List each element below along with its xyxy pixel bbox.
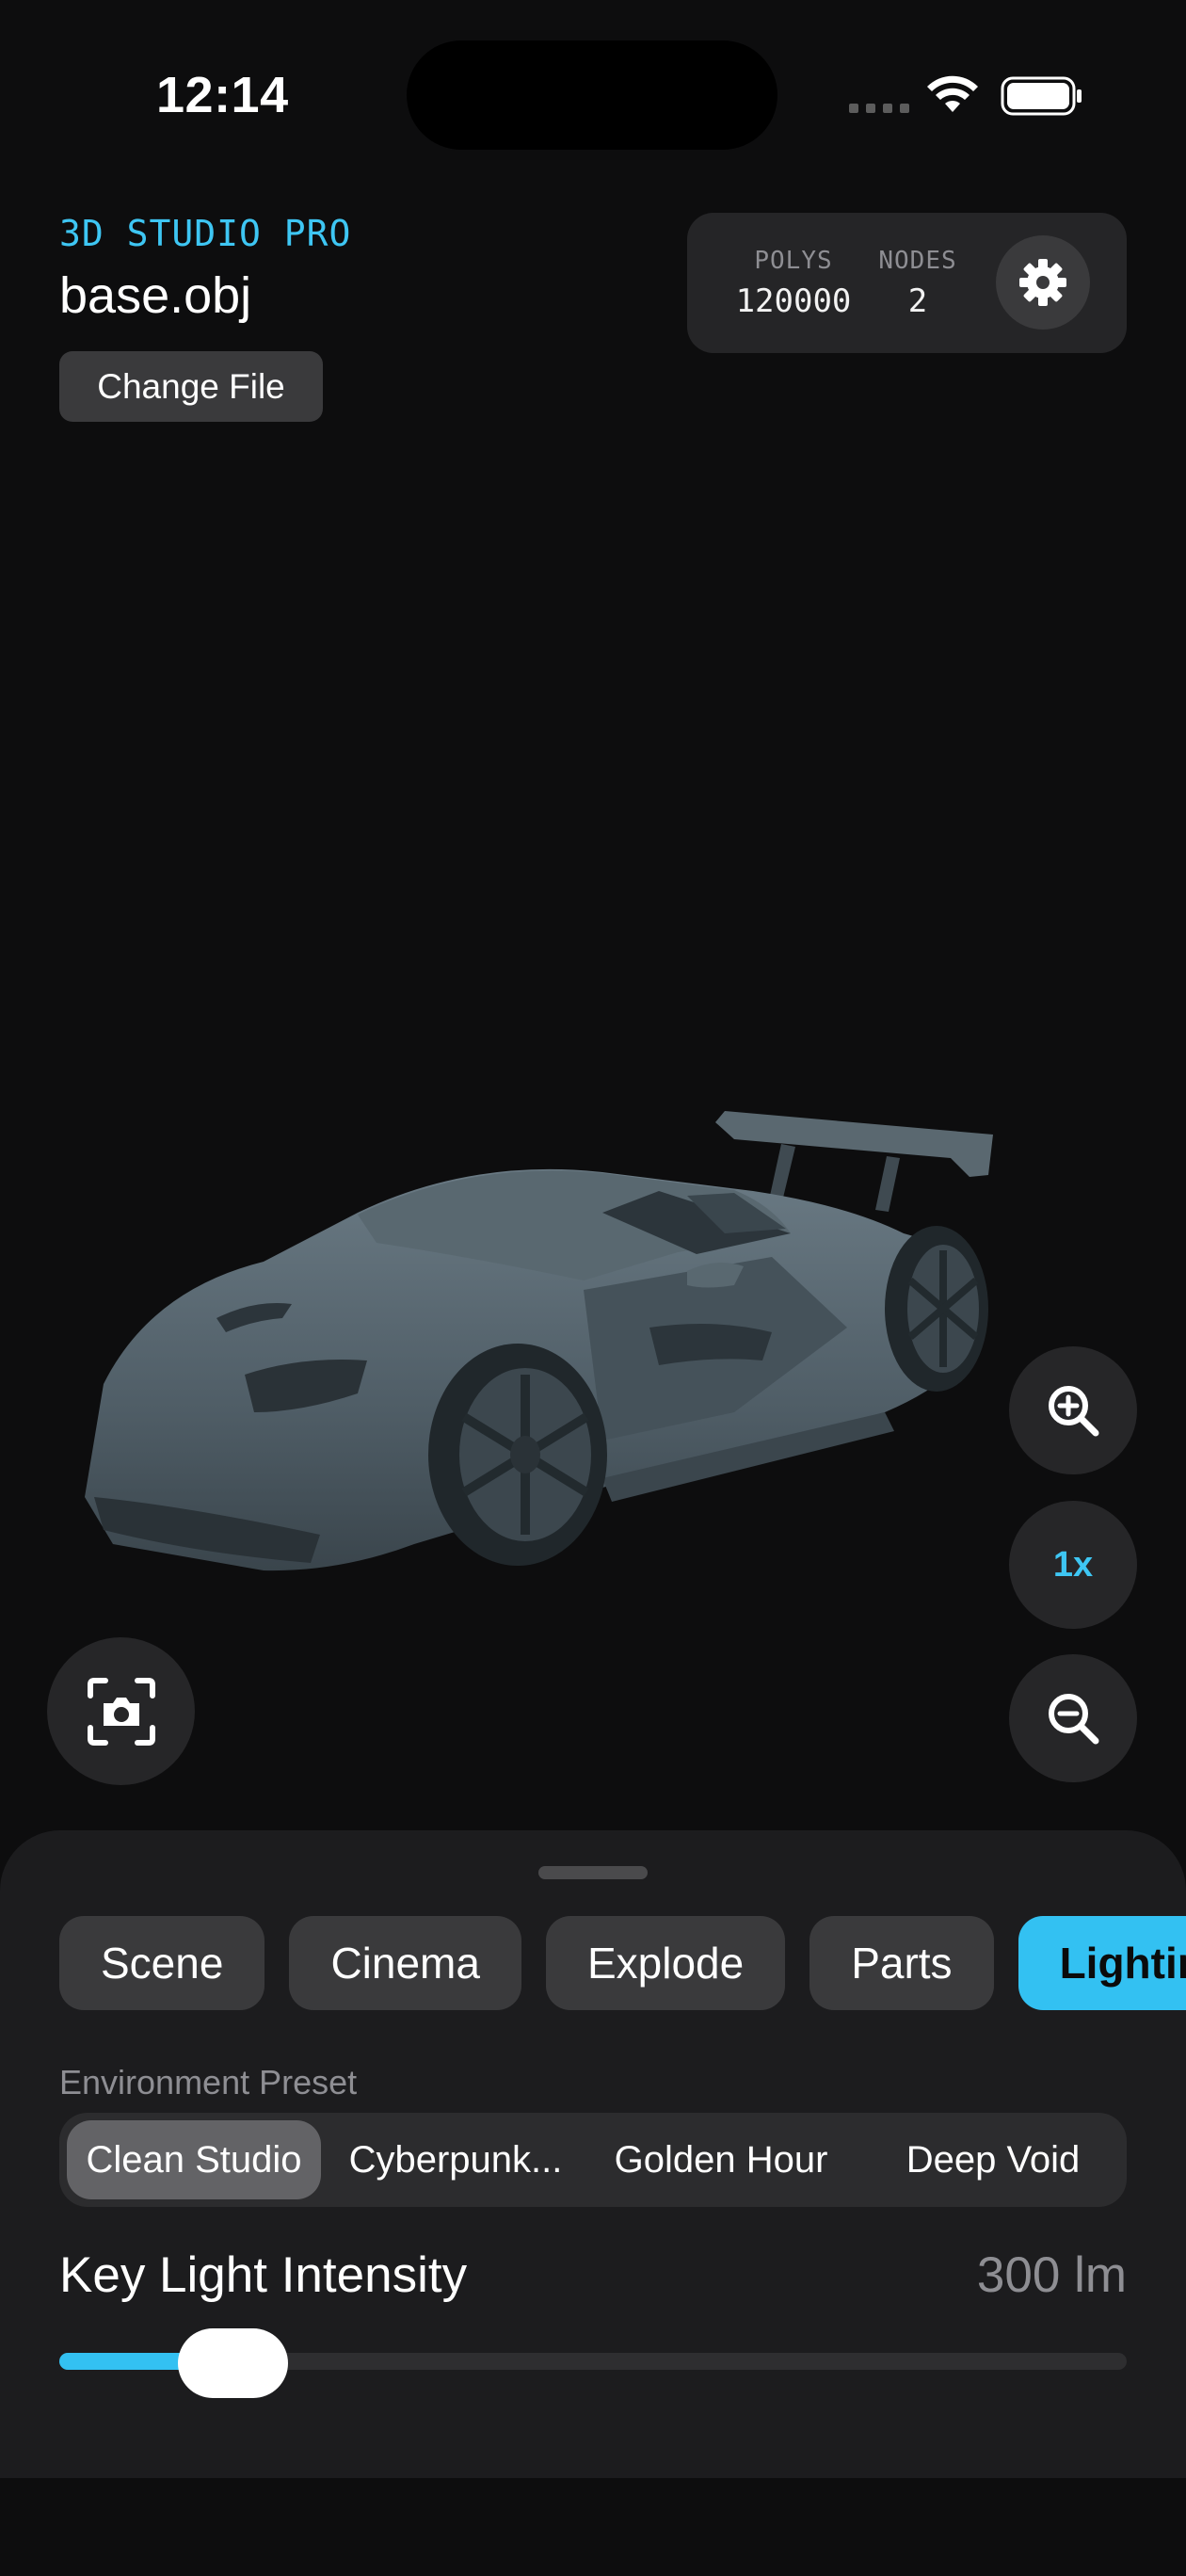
polys-value: 120000 [735,282,852,320]
polys-label: POLYS [754,247,833,275]
dynamic-island [407,40,777,150]
tab-lighting[interactable]: Lighting [1018,1916,1186,2010]
zoom-in-button[interactable] [1009,1346,1137,1474]
preset-cyberpunk[interactable]: Cyberpunk... [332,2120,579,2199]
preset-clean-studio[interactable]: Clean Studio [67,2120,321,2199]
key-light-intensity-value: 300 lm [976,2247,1127,2303]
battery-icon [1001,76,1082,116]
tab-explode[interactable]: Explode [545,1916,786,2010]
sports-car-model[interactable] [75,1102,1007,1591]
nodes-stat: NODES 2 [866,247,970,320]
sheet-grabber[interactable] [538,1866,648,1879]
nodes-value: 2 [907,282,928,320]
wifi-icon [927,75,978,112]
zoom-level-button[interactable]: 1x [1009,1501,1137,1629]
polys-stat: POLYS 120000 [723,247,864,320]
snapshot-button[interactable] [47,1637,195,1785]
key-light-slider-thumb[interactable] [178,2328,289,2398]
environment-preset-label: Environment Preset [59,2063,358,2101]
model-stats-card: POLYS 120000 NODES 2 [687,213,1127,353]
nodes-label: NODES [878,247,957,275]
controls-sheet: Scene Cinema Explode Parts Lighting Envi… [0,1830,1186,2478]
gear-icon [1019,259,1066,306]
tab-parts[interactable]: Parts [809,1916,994,2010]
preset-golden-hour[interactable]: Golden Hour [590,2120,852,2199]
tab-cinema[interactable]: Cinema [289,1916,521,2010]
environment-preset-control: Clean Studio Cyberpunk... Golden Hour De… [59,2113,1127,2207]
status-time: 12:14 [156,67,289,123]
file-name: base.obj [59,267,252,324]
app-label: 3D STUDIO PRO [59,213,352,254]
cellular-signal-icon [849,104,909,113]
tab-scene[interactable]: Scene [59,1916,265,2010]
settings-button[interactable] [996,235,1090,330]
mode-tabs: Scene Cinema Explode Parts Lighting [59,1916,1186,2010]
key-light-intensity-label: Key Light Intensity [59,2247,468,2303]
zoom-out-icon [1049,1694,1099,1745]
preset-deep-void[interactable]: Deep Void [865,2120,1121,2199]
zoom-out-button[interactable] [1009,1654,1137,1782]
camera-scan-icon [87,1677,155,1746]
zoom-in-icon [1049,1386,1099,1437]
change-file-button[interactable]: Change File [59,351,323,422]
